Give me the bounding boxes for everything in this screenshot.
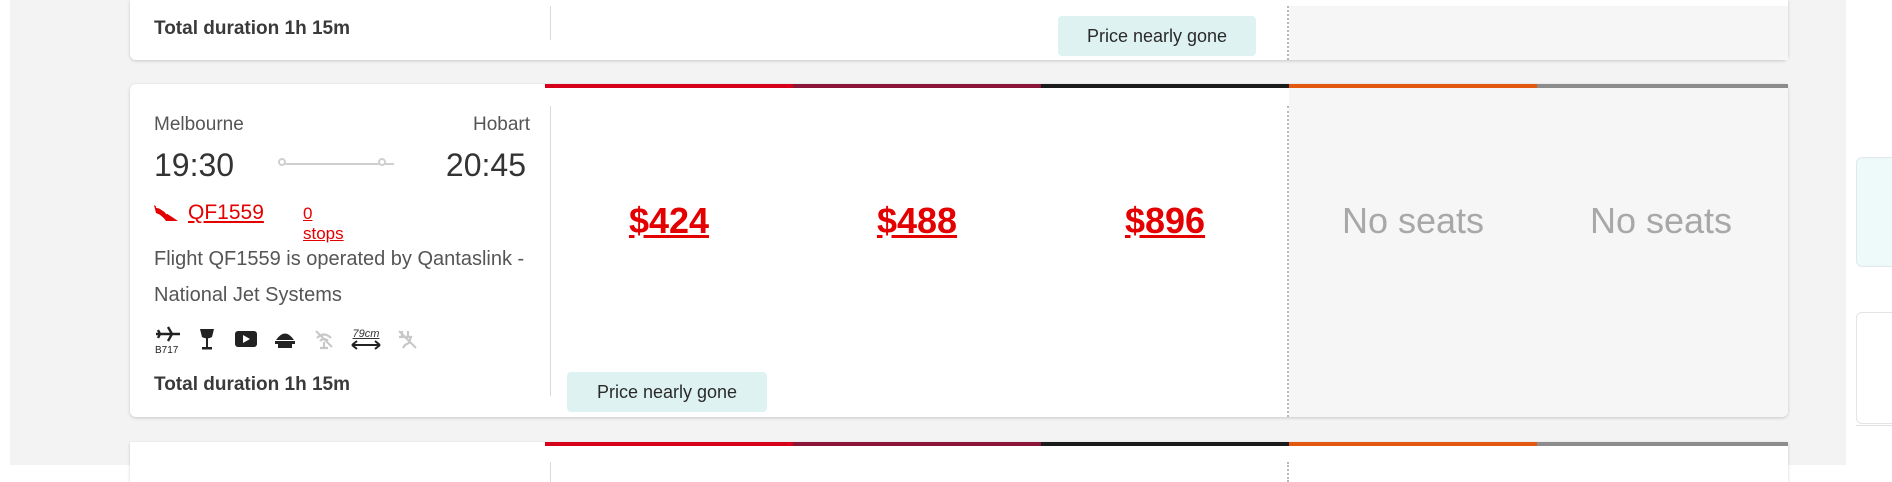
stops-link[interactable]: 0 stops — [303, 204, 344, 244]
price-nearly-gone-badge: Price nearly gone — [1058, 16, 1256, 56]
flight-number-link[interactable]: QF1559 — [188, 201, 264, 225]
entertainment-icon — [233, 324, 259, 354]
divider — [1287, 6, 1289, 60]
no-seats-label: No seats — [1589, 200, 1733, 241]
meal-icon — [273, 324, 297, 354]
unavailable-fare-area — [1289, 6, 1788, 60]
no-wifi-icon — [312, 324, 336, 354]
unavailable-fare-area — [1289, 88, 1788, 417]
divider — [1287, 462, 1289, 482]
fare-class-bar — [1041, 84, 1289, 88]
qantas-logo-icon — [154, 203, 178, 227]
divider — [1856, 425, 1892, 426]
seat-pitch-icon: 79cm — [349, 324, 383, 354]
flight-card-previous: Total duration 1h 15m Price nearly gone — [130, 0, 1788, 60]
arrive-time: 20:45 — [445, 147, 526, 183]
route-destination-dot — [378, 158, 386, 166]
side-panel-card[interactable] — [1856, 157, 1892, 267]
divider — [550, 106, 551, 396]
fare-class-bar — [545, 442, 793, 446]
fare-class-bar — [793, 442, 1041, 446]
fare-class-bar — [1041, 442, 1289, 446]
fare-class-bar — [793, 84, 1041, 88]
no-seats-label: No seats — [1341, 200, 1485, 241]
wine-glass-icon — [196, 324, 218, 354]
side-panel-card[interactable] — [1856, 312, 1892, 424]
price-nearly-gone-badge: Price nearly gone — [567, 372, 767, 412]
flight-card-next — [130, 442, 1788, 482]
fare-class-bar — [1537, 442, 1788, 446]
aircraft-type-label: B717 — [155, 345, 179, 354]
origin-city: Melbourne — [154, 114, 244, 135]
depart-time: 19:30 — [154, 147, 235, 183]
aircraft-icon: B717 — [154, 324, 182, 354]
fare-price-link[interactable]: $424 — [545, 200, 793, 242]
fare-price-link[interactable]: $488 — [793, 200, 1041, 242]
divider — [550, 6, 551, 40]
total-duration: Total duration 1h 15m — [154, 18, 351, 39]
fare-price-link[interactable]: $896 — [1041, 200, 1289, 242]
fare-class-bar — [1289, 442, 1537, 446]
destination-city: Hobart — [472, 114, 530, 135]
flight-card[interactable]: Melbourne Hobart 19:30 20:45 QF1559 0 st… — [130, 84, 1788, 417]
operated-by-text: Flight QF1559 is operated by Qantaslink … — [154, 248, 525, 306]
total-duration: Total duration 1h 15m — [154, 374, 351, 395]
seat-pitch-label: 79cm — [352, 328, 380, 340]
divider — [550, 462, 551, 482]
fare-class-bar — [545, 84, 793, 88]
divider — [1287, 106, 1289, 417]
no-power-icon — [395, 324, 419, 354]
